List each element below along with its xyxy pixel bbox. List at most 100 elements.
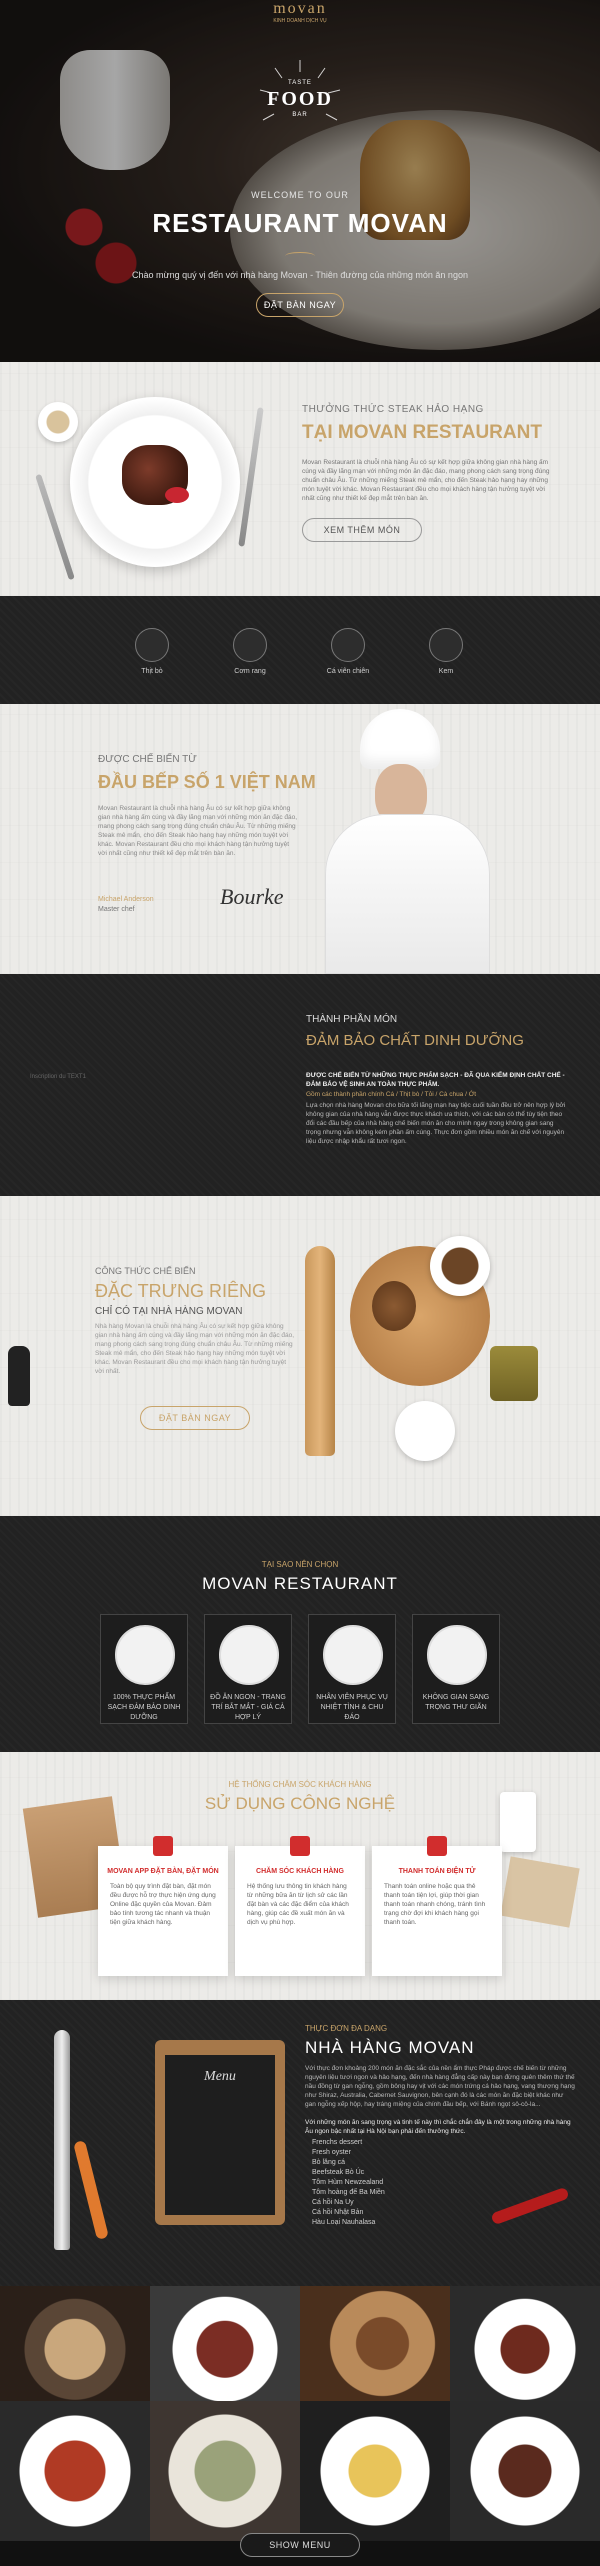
wooden-spoon [305, 1246, 335, 1456]
category-bar: Thịt bò Cơm rang Cá viên chiên Kem [0, 596, 600, 704]
category-label[interactable]: Cơm rang [205, 668, 295, 675]
divider-ornament [285, 252, 315, 260]
sauce-bowl [38, 402, 78, 442]
brand-logo[interactable]: movan KINH DOANH DỊCH VỤ [250, 0, 350, 24]
tech-card-text: Thanh toán online hoặc qua thẻ thanh toá… [384, 1883, 486, 1926]
intro-section: THƯỞNG THỨC STEAK HẢO HẠNG TẠI MOVAN RES… [0, 362, 600, 596]
menu-body: Với thực đơn khoảng 200 món ăn đặc sắc c… [305, 2065, 575, 2108]
dish-lead: ĐƯỢC CHẾ BIẾN TỪ NHỮNG THỰC PHẨM SẠCH - … [306, 1072, 565, 1088]
knife-icon [238, 407, 264, 547]
bread [372, 1281, 416, 1331]
ice-cream-icon[interactable] [429, 628, 463, 662]
menu-item[interactable]: Bò lăng cá [312, 2158, 385, 2168]
chef-title: ĐẦU BẾP SỐ 1 VIỆT NAM [98, 772, 316, 792]
beef-icon[interactable] [135, 628, 169, 662]
why-card: KHÔNG GIAN SANG TRỌNG THƯ GIÃN [412, 1614, 500, 1724]
menu-board: Menu [165, 2055, 275, 2215]
tech-card-text: Toàn bộ quy trình đặt bàn, đặt món đều đ… [110, 1883, 216, 1926]
gallery-photo[interactable] [0, 2401, 150, 2541]
recipe-title: ĐẶC TRƯNG RIÊNG [95, 1281, 267, 1301]
garnish [165, 487, 189, 503]
gallery-photo[interactable] [450, 2401, 600, 2541]
menu-item[interactable]: Beefsteak Bò Úc [312, 2168, 385, 2178]
hero-welcome: WELCOME TO OUR [251, 190, 349, 200]
intro-kicker: THƯỞNG THỨC STEAK HẢO HẠNG [302, 404, 484, 415]
chef-signature: Bourke [220, 884, 284, 909]
menu-section: Menu THỰC ĐƠN ĐA DẠNG NHÀ HÀNG MOVAN Với… [0, 2000, 600, 2286]
rice-bowl-icon[interactable] [233, 628, 267, 662]
recipe-body: Nhà hàng Movan là chuỗi nhà hàng Âu có s… [95, 1323, 295, 1375]
why-card: NHÂN VIÊN PHỤC VỤ NHIỆT TÌNH & CHU ĐÁO [308, 1614, 396, 1724]
why-card: 100% THỰC PHẨM SẠCH ĐẢM BẢO DINH DƯỠNG [100, 1614, 188, 1724]
menu-item[interactable]: Fresh oyster [312, 2148, 385, 2158]
dish-title: ĐẢM BẢO CHẤT DINH DƯỠNG [306, 1032, 524, 1049]
menu-item[interactable]: Cá hồi Na Uy [312, 2198, 385, 2208]
tech-section: HỆ THỐNG CHĂM SÓC KHÁCH HÀNG SỬ DỤNG CÔN… [0, 1752, 600, 2000]
fish-icon[interactable] [331, 628, 365, 662]
pepper-plate [219, 1625, 279, 1685]
pepper-grinder [8, 1346, 30, 1406]
menu-item[interactable]: Tôm hoàng đế Ba Miền [312, 2188, 385, 2198]
menu-clipboard: Menu [155, 2040, 285, 2225]
gallery-photo[interactable] [150, 2286, 300, 2401]
hero-title: RESTAURANT MOVAN [152, 208, 448, 238]
gallery-photo[interactable] [150, 2401, 300, 2541]
chef-jacket [325, 814, 490, 974]
chef-section: ĐƯỢC CHẾ BIẾN TỪ ĐẦU BẾP SỐ 1 VIỆT NAM M… [0, 704, 600, 974]
cube-icon [153, 1836, 173, 1856]
chef-knife [54, 2030, 70, 2250]
tech-card-text: Hệ thống lưu thông tin khách hàng từ nhữ… [247, 1883, 349, 1926]
lemon-plate [427, 1625, 487, 1685]
category-label[interactable]: Cá viên chiên [303, 668, 393, 675]
why-card: ĐỒ ĂN NGON - TRANG TRÍ BẮT MẮT - GIÁ CẢ … [204, 1614, 292, 1724]
chili-pepper [490, 2186, 570, 2226]
tech-card-title: MOVAN APP ĐẶT BÀN, ĐẶT MÓN [107, 1868, 219, 1875]
menu-board-title: Menu [204, 2069, 236, 2084]
why-card-text: ĐỒ ĂN NGON - TRANG TRÍ BẮT MẮT - GIÁ CẢ … [210, 1694, 286, 1721]
category-label[interactable]: Kem [401, 668, 491, 675]
chef-kicker: ĐƯỢC CHẾ BIẾN TỪ [98, 754, 197, 765]
menu-item[interactable]: Frenchs dessert [312, 2138, 385, 2148]
chef-name: Michael Anderson [98, 896, 154, 903]
menu-title: NHÀ HÀNG MOVAN [305, 2038, 475, 2057]
why-section: TẠI SAO NÊN CHỌN MOVAN RESTAURANT 100% T… [0, 1516, 600, 1752]
intro-more-button[interactable]: XEM THÊM MÓN [302, 518, 422, 542]
berry-plate [323, 1625, 383, 1685]
why-kicker: TẠI SAO NÊN CHỌN [261, 1560, 339, 1569]
show-menu-button[interactable]: SHOW MENU [240, 2533, 360, 2557]
chef-role: Master chef [98, 906, 135, 913]
menu-item[interactable]: Cá hồi Nhật Bản [312, 2208, 385, 2218]
tech-card-title: CHĂM SÓC KHÁCH HÀNG [256, 1868, 344, 1875]
recipe-book-button[interactable]: ĐẶT BÀN NGAY [140, 1406, 250, 1430]
chef-photo [320, 704, 500, 974]
gallery-photo[interactable] [300, 2286, 450, 2401]
badge-bottom: BAR [292, 112, 308, 118]
menu-item[interactable]: Tôm Hùm Newzealand [312, 2178, 385, 2188]
menu-item[interactable]: Hàu Loại Nauhalasa [312, 2218, 385, 2228]
gallery-section: SHOW MENU [0, 2286, 600, 2566]
card-payment-icon [427, 1836, 447, 1856]
why-card-text: KHÔNG GIAN SANG TRỌNG THƯ GIÃN [422, 1694, 490, 1711]
recipe-section: CÔNG THỨC CHẾ BIẾN ĐẶC TRƯNG RIÊNG CHỈ C… [0, 1196, 600, 1516]
hero-book-button[interactable]: ĐẶT BÀN NGAY [256, 293, 344, 317]
recipe-kicker: CÔNG THỨC CHẾ BIẾN [95, 1266, 196, 1276]
menu-list: Frenchs dessert Fresh oyster Bò lăng cá … [312, 2138, 385, 2228]
honey-jar [490, 1346, 538, 1401]
white-bowl [395, 1401, 455, 1461]
gallery-photo[interactable] [300, 2401, 450, 2541]
food-badge: TASTE FOOD BAR [255, 60, 345, 140]
category-label[interactable]: Thịt bò [107, 668, 197, 675]
intro-title: TẠI MOVAN RESTAURANT [302, 422, 542, 443]
network-icon [290, 1836, 310, 1856]
tech-card: MOVAN APP ĐẶT BÀN, ĐẶT MÓN Toàn bộ quy tr… [98, 1836, 228, 1976]
why-card-text: NHÂN VIÊN PHỤC VỤ NHIỆT TÌNH & CHU ĐÁO [316, 1694, 388, 1721]
gallery-photo[interactable] [0, 2286, 150, 2401]
nutrition-section: Inscription du TEXT1 THÀNH PHẦN MÓN ĐẢM … [0, 974, 600, 1196]
brand-name: movan [273, 0, 327, 17]
tech-card: THANH TOÁN ĐIỆN TỬ Thanh toán online hoặc… [372, 1836, 502, 1976]
dish-kicker: THÀNH PHẦN MÓN [306, 1014, 398, 1025]
gallery-photo[interactable] [450, 2286, 600, 2401]
why-card-text: 100% THỰC PHẨM SẠCH ĐẢM BẢO DINH DƯỠNG [107, 1694, 181, 1721]
tech-card: CHĂM SÓC KHÁCH HÀNG Hệ thống lưu thông ti… [235, 1836, 365, 1976]
fork-icon [35, 473, 75, 581]
